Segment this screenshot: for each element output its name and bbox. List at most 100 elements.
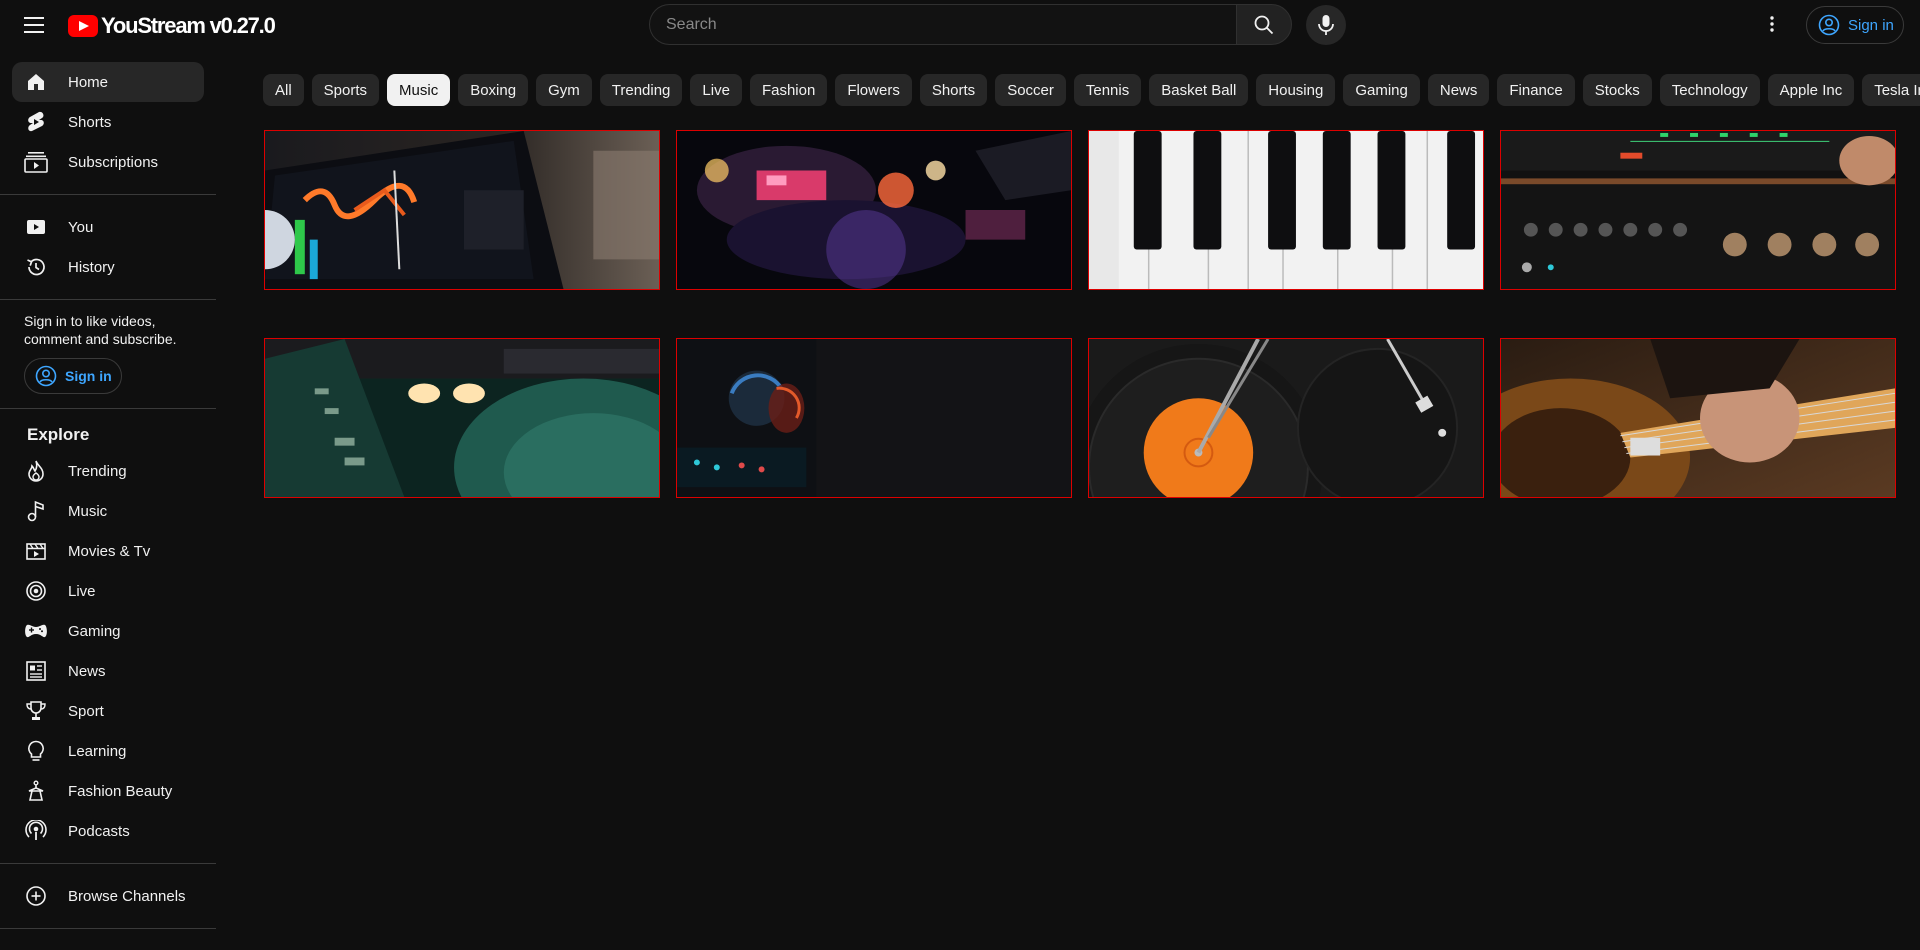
search-button[interactable] [1236, 4, 1292, 45]
sidebar-item-label: Gaming [68, 622, 121, 640]
electric-guitar-image [1501, 339, 1895, 497]
chip-boxing[interactable]: Boxing [458, 74, 529, 106]
video-thumbnail[interactable] [1500, 338, 1896, 498]
video-thumbnail[interactable] [264, 130, 660, 290]
chip-housing[interactable]: Housing [1256, 74, 1336, 106]
account-circle-icon [35, 365, 57, 387]
sidebar-item-label: Fashion Beauty [68, 782, 173, 800]
sidebar-item-news[interactable]: News [12, 651, 204, 691]
concert-aerial-image [677, 131, 1071, 289]
sidebar-item-podcasts[interactable]: Podcasts [12, 811, 204, 851]
top-bar: YouStream v0.27.0 Sign in [0, 0, 1920, 50]
sidebar-item-label: Trending [68, 462, 127, 480]
chip-stocks[interactable]: Stocks [1582, 74, 1652, 106]
sidebar-item-fashion-beauty[interactable]: Fashion Beauty [12, 771, 204, 811]
app-logo[interactable]: YouStream v0.27.0 [68, 12, 276, 40]
sidebar-item-gaming[interactable]: Gaming [12, 611, 204, 651]
search-icon [1254, 15, 1274, 34]
chip-basket-ball[interactable]: Basket Ball [1149, 74, 1249, 106]
search-input[interactable] [649, 4, 1236, 45]
subscriptions-icon [24, 152, 48, 173]
live-icon [26, 581, 46, 601]
chip-live[interactable]: Live [690, 74, 742, 106]
search-bar [649, 4, 1292, 45]
you-icon [27, 220, 45, 234]
chip-news[interactable]: News [1427, 74, 1490, 106]
video-thumbnail[interactable] [1088, 130, 1484, 290]
sidebar-divider [0, 408, 216, 409]
settings-more-button[interactable] [1760, 12, 1784, 36]
sign-in-prompt: Sign in to like videos, comment and subs… [24, 313, 177, 347]
sidebar-divider [0, 194, 216, 195]
sidebar-item-live[interactable]: Live [12, 571, 204, 611]
vinyl-turntable-image [1089, 339, 1483, 497]
sidebar-item-sport[interactable]: Sport [12, 691, 204, 731]
sidebar-item-learning[interactable]: Learning [12, 731, 204, 771]
chip-technology[interactable]: Technology [1659, 74, 1760, 106]
video-thumbnail[interactable] [676, 130, 1072, 290]
video-thumbnail[interactable] [1500, 130, 1896, 290]
chip-all[interactable]: All [263, 74, 304, 106]
sidebar-item-music[interactable]: Music [12, 491, 204, 531]
sidebar-item-shorts[interactable]: Shorts [12, 102, 204, 142]
sign-in-label: Sign in [65, 368, 112, 384]
lightbulb-icon [28, 740, 44, 761]
chip-tennis[interactable]: Tennis [1073, 74, 1142, 106]
mic-icon [1318, 15, 1334, 35]
account-circle-icon [1818, 14, 1840, 36]
chip-gym[interactable]: Gym [536, 74, 592, 106]
sidebar-divider [0, 299, 216, 300]
menu-button[interactable] [22, 15, 46, 35]
news-icon [26, 661, 46, 681]
music-icon [27, 500, 44, 522]
voice-search-button[interactable] [1306, 5, 1346, 45]
sidebar-item-movies-tv[interactable]: Movies & Tv [12, 531, 204, 571]
play-logo-icon [68, 15, 98, 37]
sidebar-item-label: Podcasts [68, 822, 130, 840]
sidebar-item-label: Home [68, 73, 109, 91]
sidebar-divider [0, 863, 216, 864]
dj-knobs-dark-image [677, 339, 1071, 497]
video-thumbnail[interactable] [676, 338, 1072, 498]
sidebar-item-label: News [68, 662, 106, 680]
sidebar: Home Shorts Subscriptions You History Si… [0, 56, 216, 941]
sidebar-item-label: History [68, 258, 115, 276]
chip-trending[interactable]: Trending [599, 74, 683, 106]
chip-shorts[interactable]: Shorts [919, 74, 988, 106]
sidebar-item-subscriptions[interactable]: Subscriptions [12, 142, 204, 182]
sidebar-item-trending[interactable]: Trending [12, 451, 204, 491]
sidebar-item-browse-channels[interactable]: Browse Channels [12, 876, 204, 916]
sidebar-item-you[interactable]: You [12, 207, 204, 247]
sidebar-item-home[interactable]: Home [12, 62, 204, 102]
movies-icon [26, 543, 46, 560]
chip-finance[interactable]: Finance [1497, 74, 1575, 106]
menu-icon [24, 17, 44, 33]
video-thumbnail[interactable] [1088, 338, 1484, 498]
sidebar-item-label: You [68, 218, 94, 236]
category-chips: All Sports Music Boxing Gym Trending Live Fashi… [263, 74, 1920, 106]
chip-music[interactable]: Music [387, 74, 451, 106]
chip-tesla-inc[interactable]: Tesla Inc [1862, 74, 1920, 106]
podcasts-icon [25, 820, 47, 840]
sidebar-item-label: Music [68, 502, 108, 520]
chip-gaming[interactable]: Gaming [1343, 74, 1420, 106]
video-thumbnail[interactable] [264, 338, 660, 498]
sidebar-item-label: Sport [68, 702, 104, 720]
chip-apple-inc[interactable]: Apple Inc [1767, 74, 1855, 106]
sign-in-button[interactable]: Sign in [1806, 6, 1904, 44]
explore-heading: Explore [27, 425, 90, 444]
chip-sports[interactable]: Sports [311, 74, 380, 106]
shorts-icon [28, 111, 44, 132]
chip-soccer[interactable]: Soccer [995, 74, 1066, 106]
sidebar-item-history[interactable]: History [12, 247, 204, 287]
sidebar-item-label: Movies & Tv [68, 542, 151, 560]
sign-in-label: Sign in [1848, 16, 1894, 34]
sidebar-item-label: Live [68, 582, 96, 600]
trophy-icon [26, 701, 46, 720]
chip-flowers[interactable]: Flowers [835, 74, 912, 106]
sidebar-sign-in-button[interactable]: Sign in [24, 358, 122, 394]
chip-fashion[interactable]: Fashion [749, 74, 828, 106]
trending-icon [28, 460, 44, 482]
sidebar-item-label: Browse Channels [68, 887, 186, 905]
gaming-icon [25, 624, 47, 638]
